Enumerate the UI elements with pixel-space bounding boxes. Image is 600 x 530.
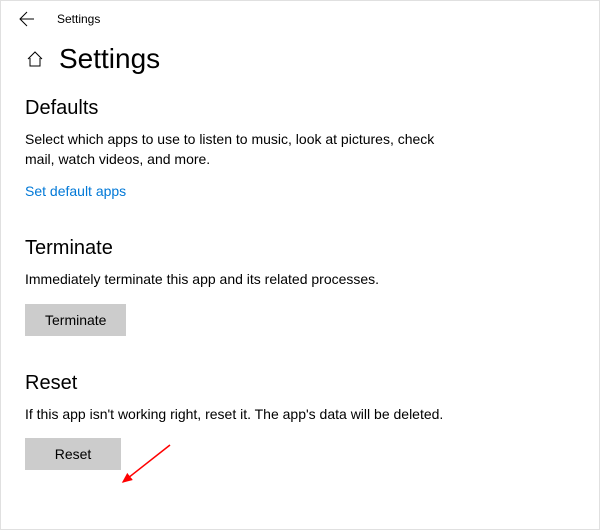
defaults-heading: Defaults: [25, 97, 575, 120]
home-button[interactable]: [25, 49, 45, 69]
terminate-button[interactable]: Terminate: [25, 304, 126, 336]
defaults-desc: Select which apps to use to listen to mu…: [25, 130, 465, 169]
set-default-apps-link[interactable]: Set default apps: [25, 183, 126, 199]
page-title: Settings: [59, 43, 160, 75]
section-terminate: Terminate Immediately terminate this app…: [25, 237, 575, 336]
reset-heading: Reset: [25, 372, 575, 395]
terminate-desc: Immediately terminate this app and its r…: [25, 270, 465, 290]
back-button[interactable]: [17, 9, 37, 29]
reset-button[interactable]: Reset: [25, 438, 121, 470]
terminate-heading: Terminate: [25, 237, 575, 260]
titlebar: Settings: [1, 1, 599, 33]
page-header: Settings: [25, 43, 575, 75]
section-reset: Reset If this app isn't working right, r…: [25, 372, 575, 471]
home-icon: [26, 50, 44, 68]
reset-desc: If this app isn't working right, reset i…: [25, 405, 465, 425]
arrow-left-icon: [19, 11, 35, 27]
content-area: Settings Defaults Select which apps to u…: [1, 33, 599, 530]
section-defaults: Defaults Select which apps to use to lis…: [25, 97, 575, 201]
titlebar-title: Settings: [57, 12, 100, 26]
